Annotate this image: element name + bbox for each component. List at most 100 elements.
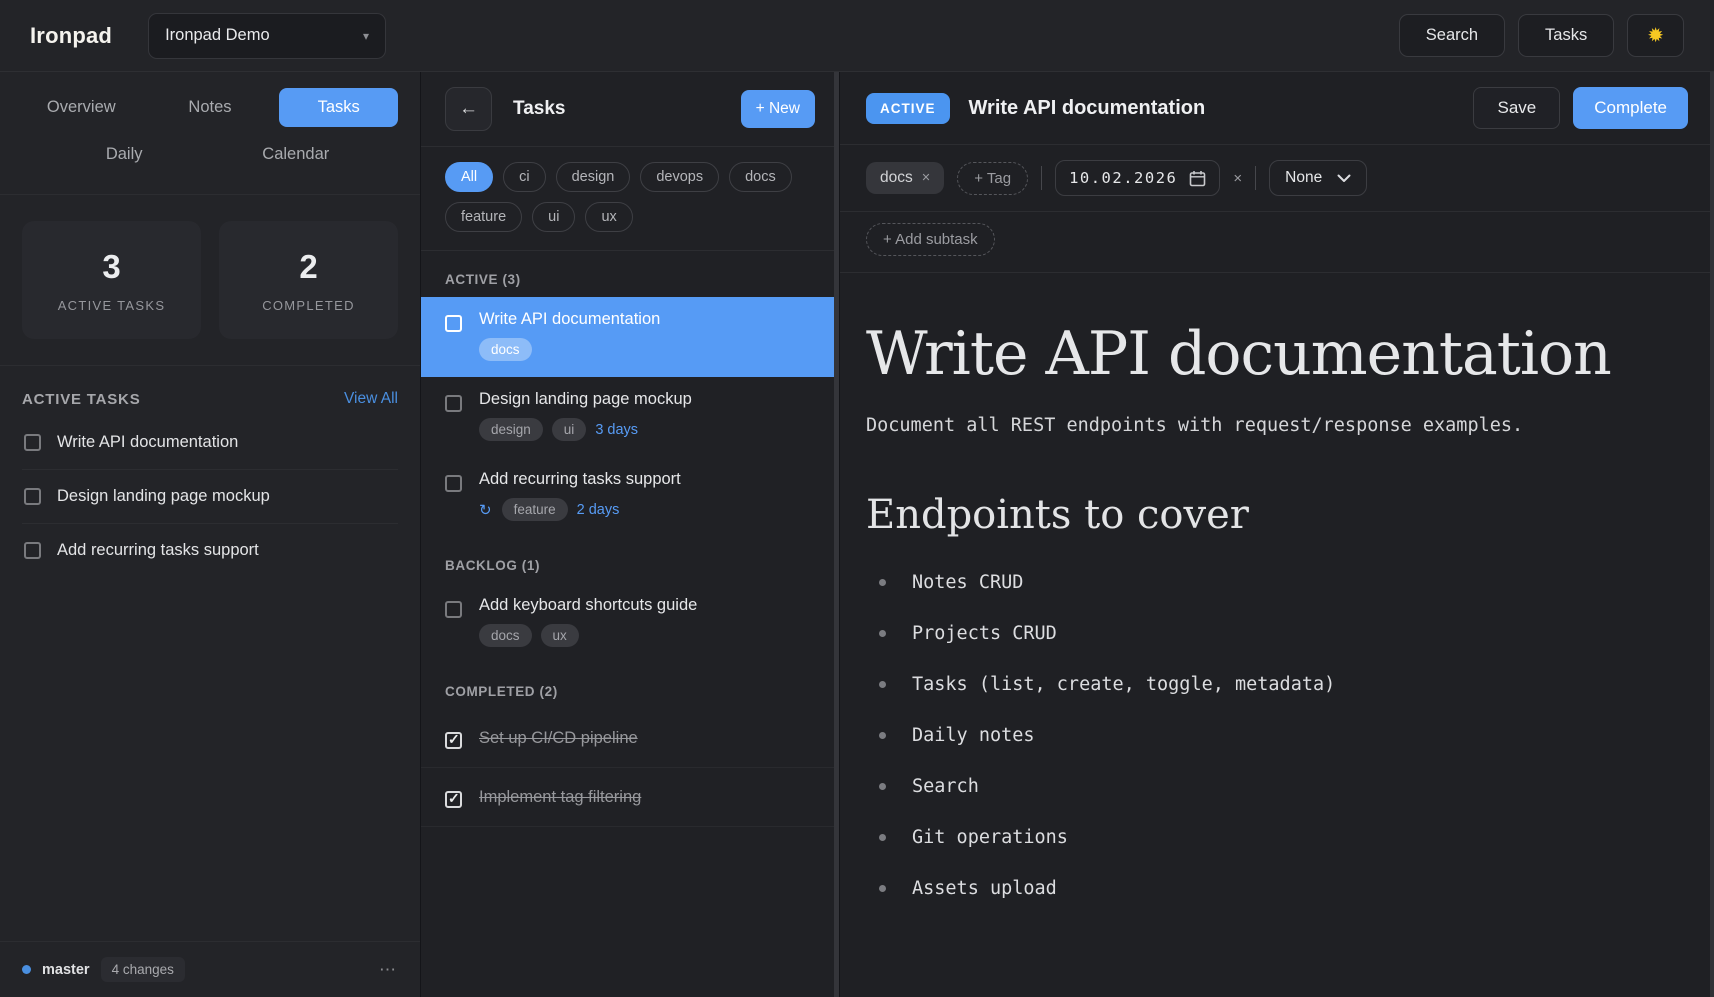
arrow-left-icon: ←: [459, 98, 478, 120]
filter-pill-devops[interactable]: devops: [640, 162, 719, 192]
view-all-link[interactable]: View All: [344, 390, 398, 408]
checkbox[interactable]: [24, 434, 41, 451]
task-panel-title: Tasks: [513, 98, 565, 120]
task-label: Add recurring tasks support: [57, 541, 259, 560]
recurrence-select[interactable]: None: [1269, 160, 1367, 196]
bullet-icon: [879, 681, 886, 688]
sidebar-task-row[interactable]: Add recurring tasks support: [22, 524, 398, 577]
filter-pill-feature[interactable]: feature: [445, 202, 522, 232]
tag-chip[interactable]: docs ×: [866, 162, 944, 194]
active-tasks-title: ACTIVE TASKS: [22, 391, 141, 408]
detail-scrollbar[interactable]: [1710, 72, 1714, 997]
bullet-item: Git operations: [879, 827, 1674, 848]
bullet-icon: [879, 885, 886, 892]
bullet-text: Projects CRUD: [912, 623, 1057, 644]
new-task-button[interactable]: + New: [741, 90, 815, 128]
sidebar-task-row[interactable]: Write API documentation: [22, 416, 398, 470]
remove-tag-icon[interactable]: ×: [922, 170, 930, 186]
bullet-icon: [879, 783, 886, 790]
task-row-body: Add recurring tasks support↻feature2 day…: [479, 470, 681, 521]
sidebar-nav-overview[interactable]: Overview: [22, 88, 141, 127]
sidebar-task-row[interactable]: Design landing page mockup: [22, 470, 398, 524]
add-tag-button[interactable]: + Tag: [957, 162, 1028, 195]
stats-cards: 3ACTIVE TASKS 2 COMPLETED: [0, 195, 420, 366]
task-row[interactable]: Implement tag filtering: [421, 768, 839, 827]
filter-pill-ci[interactable]: ci: [503, 162, 545, 192]
ellipsis-menu-icon[interactable]: ⋯: [379, 960, 398, 980]
save-button[interactable]: Save: [1473, 87, 1560, 129]
due-label: 2 days: [577, 502, 620, 518]
changes-badge[interactable]: 4 changes: [101, 957, 185, 982]
document-subheading: Endpoints to cover: [866, 492, 1674, 538]
tag-pill-design: design: [479, 418, 543, 441]
active-tasks-list: Write API documentation Design landing pa…: [22, 416, 398, 577]
stat-card-active-tasks: 3ACTIVE TASKS: [22, 221, 201, 339]
task-row[interactable]: Set up CI/CD pipeline: [421, 709, 839, 768]
filter-pill-ux[interactable]: ux: [585, 202, 632, 232]
bullet-icon: [879, 732, 886, 739]
back-button[interactable]: ←: [445, 87, 492, 131]
add-subtask-button[interactable]: + Add subtask: [866, 223, 995, 256]
bullet-text: Search: [912, 776, 979, 797]
calendar-icon: [1189, 170, 1206, 187]
tag-pill-docs: docs: [479, 338, 532, 361]
stat-value: 2: [299, 248, 317, 286]
stat-value: 3: [102, 248, 120, 286]
task-list-scrollbar[interactable]: [834, 72, 839, 997]
stat-label: COMPLETED: [262, 298, 355, 313]
tag-pill-feature: feature: [502, 498, 568, 521]
filter-pill-docs[interactable]: docs: [729, 162, 792, 192]
active-tasks-section: ACTIVE TASKS View All Write API document…: [0, 366, 420, 577]
bullet-item: Assets upload: [879, 878, 1674, 899]
task-title: Set up CI/CD pipeline: [479, 729, 638, 748]
checkbox[interactable]: [445, 475, 462, 492]
bullet-text: Tasks (list, create, toggle, metadata): [912, 674, 1335, 695]
task-title: Write API documentation: [479, 310, 660, 329]
theme-toggle-button[interactable]: ✹: [1627, 14, 1684, 57]
sidebar-nav-tasks[interactable]: Tasks: [279, 88, 398, 127]
task-row[interactable]: Add keyboard shortcuts guidedocsux: [421, 583, 839, 663]
section-label-active-3-: ACTIVE (3): [421, 251, 839, 297]
filter-pill-design[interactable]: design: [556, 162, 631, 192]
task-list: ACTIVE (3)Write API documentationdocsDes…: [421, 251, 839, 827]
tasks-button[interactable]: Tasks: [1518, 14, 1614, 57]
sidebar-nav-daily[interactable]: Daily: [65, 135, 184, 174]
sidebar-nav-calendar[interactable]: Calendar: [236, 135, 355, 174]
task-row[interactable]: Design landing page mockupdesignui3 days: [421, 377, 839, 457]
top-bar: Ironpad Ironpad Demo ▾ Search Tasks ✹: [0, 0, 1714, 72]
clear-date-icon[interactable]: ×: [1233, 170, 1242, 187]
tag-filter-bar: Allci design devops docs feature uiux: [421, 147, 839, 251]
task-row[interactable]: Write API documentation docs: [421, 297, 839, 377]
detail-meta-row: docs × + Tag 10.02.2026 × None: [840, 145, 1714, 212]
detail-title: Write API documentation: [969, 97, 1206, 120]
filter-pill-all[interactable]: All: [445, 162, 493, 192]
checkbox[interactable]: [24, 542, 41, 559]
filter-pill-ui[interactable]: ui: [532, 202, 575, 232]
checkbox[interactable]: [445, 395, 462, 412]
bullet-item: Search: [879, 776, 1674, 797]
document-content[interactable]: Write API documentation Document all RES…: [840, 273, 1714, 899]
task-list-panel: ← Tasks + New Allci design devops docs featu…: [420, 72, 840, 997]
due-date-value: 10.02.2026: [1069, 169, 1177, 187]
app-logo: Ironpad: [30, 23, 112, 49]
tag-pill-ui: ui: [552, 418, 587, 441]
checkbox[interactable]: [445, 315, 462, 332]
task-row[interactable]: Add recurring tasks support↻feature2 day…: [421, 457, 839, 537]
complete-button[interactable]: Complete: [1573, 87, 1688, 129]
branch-status-dot-icon: [22, 965, 31, 974]
search-button[interactable]: Search: [1399, 14, 1505, 57]
due-date-input[interactable]: 10.02.2026: [1055, 160, 1220, 196]
divider: [1255, 166, 1256, 190]
checkbox[interactable]: [445, 791, 462, 808]
project-selector[interactable]: Ironpad Demo ▾: [148, 13, 386, 59]
checkbox[interactable]: [445, 732, 462, 749]
bullet-text: Daily notes: [912, 725, 1035, 746]
topbar-actions: Search Tasks ✹: [1399, 14, 1684, 57]
sidebar-nav-notes[interactable]: Notes: [151, 88, 270, 127]
task-title: Add keyboard shortcuts guide: [479, 596, 697, 615]
sidebar: OverviewNotesTasksDailyCalendar 3ACTIVE …: [0, 72, 420, 997]
git-status-bar: master 4 changes ⋯: [0, 941, 420, 997]
checkbox[interactable]: [445, 601, 462, 618]
checkbox[interactable]: [24, 488, 41, 505]
task-label: Write API documentation: [57, 433, 238, 452]
